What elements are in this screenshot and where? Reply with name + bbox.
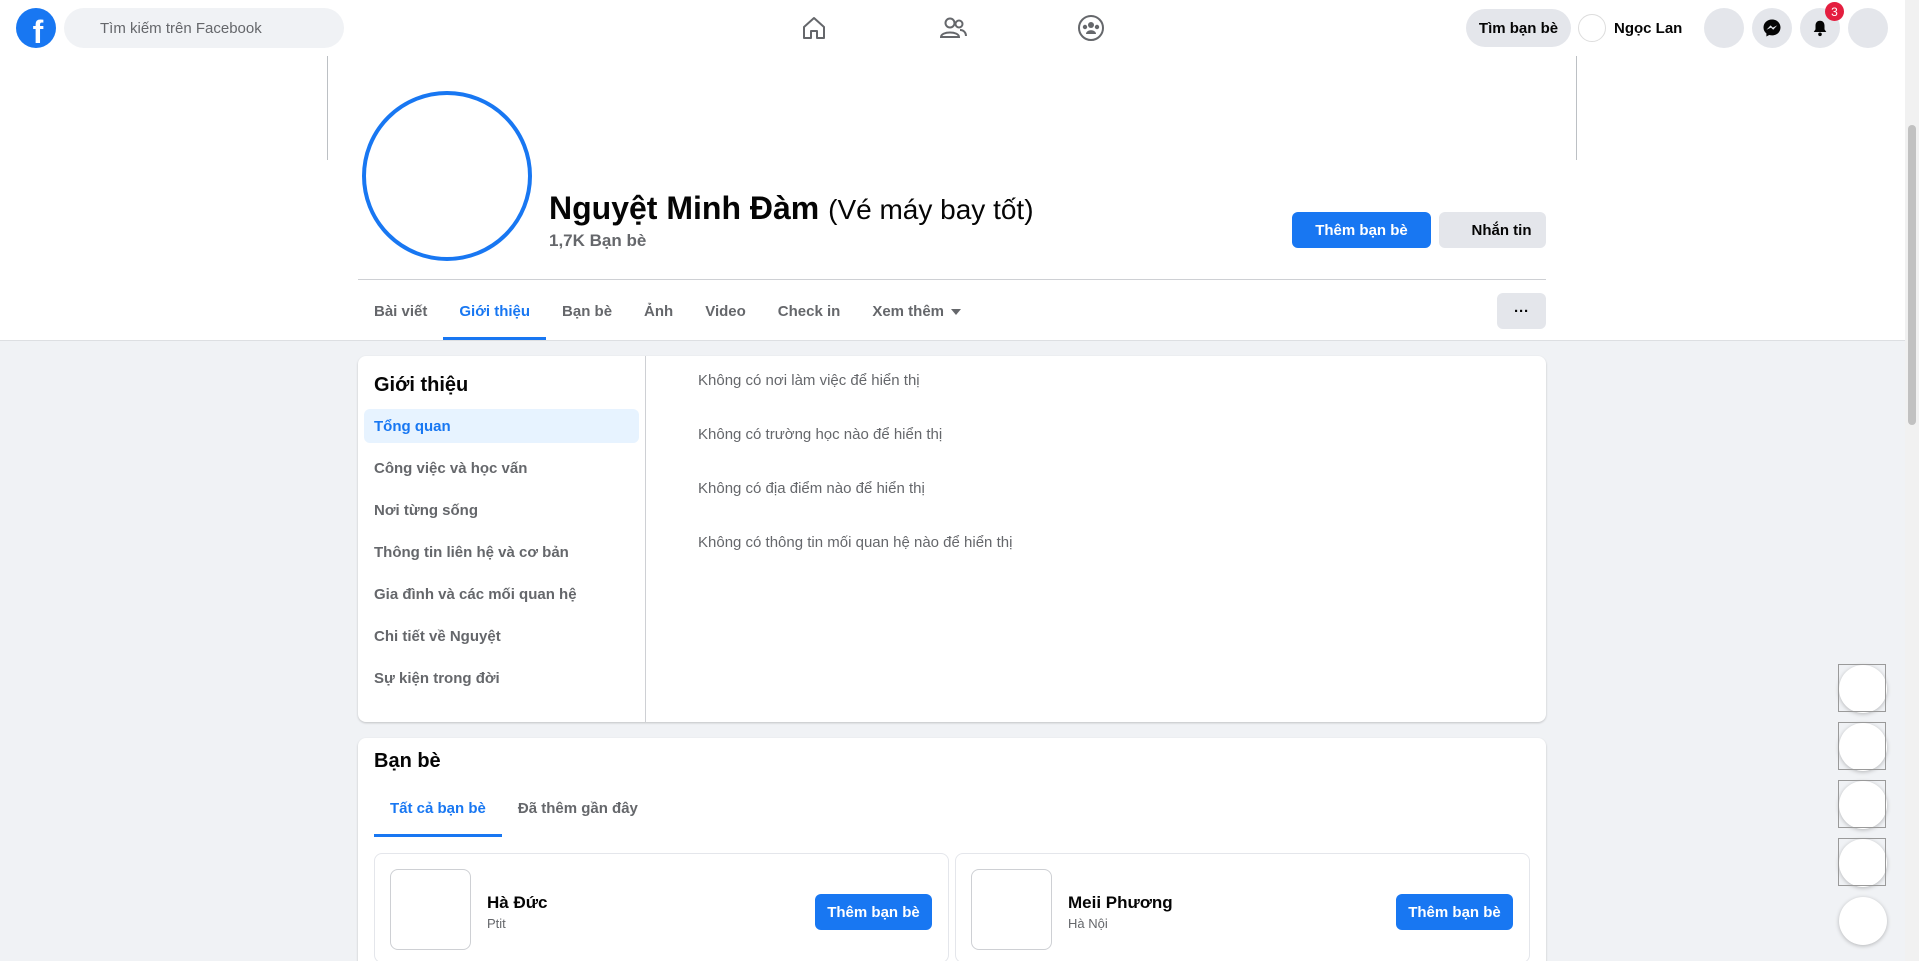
more-options-button[interactable]: ···: [1497, 293, 1546, 329]
tab-more[interactable]: Xem thêm: [856, 283, 977, 340]
profile-name-text: Nguyệt Minh Đàm: [549, 190, 820, 226]
friend-name[interactable]: Hà Đức: [487, 893, 548, 913]
friends-tabs: Tất cả bạn bè Đã thêm gần đây: [374, 780, 654, 837]
no-relationship-text: Không có thông tin mối quan hệ nào để hi…: [698, 534, 1013, 551]
message-button[interactable]: Nhắn tin: [1439, 212, 1546, 248]
divider: [358, 279, 1546, 280]
about-card: Giới thiệu Tổng quan Công việc và học vấ…: [358, 356, 1546, 722]
contact-bubble[interactable]: [1838, 664, 1887, 713]
no-school-text: Không có trường học nào để hiển thị: [698, 426, 943, 443]
friends-title: Bạn bè: [374, 750, 441, 772]
friend-subtitle: Hà Nội: [1068, 916, 1108, 931]
tab-friends[interactable]: Bạn bè: [546, 283, 628, 340]
about-item-places-lived[interactable]: Nơi từng sống: [364, 493, 639, 527]
about-item-family-relationships[interactable]: Gia đình và các mối quan hệ: [364, 577, 639, 611]
friend-card: Hà Đức Ptit Thêm bạn bè: [374, 853, 949, 961]
avatar: [1578, 14, 1606, 42]
user-name: Ngọc Lan: [1614, 19, 1683, 37]
about-title: Giới thiệu: [374, 374, 469, 396]
add-friend-button[interactable]: Thêm bạn bè: [815, 894, 932, 930]
about-item-contact-info[interactable]: Thông tin liên hệ và cơ bản: [364, 535, 639, 569]
broken-image-icon: [1838, 664, 1886, 712]
friends-card: Bạn bè Tất cả bạn bè Đã thêm gần đây Hà …: [358, 738, 1546, 961]
notifications-icon[interactable]: 3: [1800, 2, 1844, 48]
broken-image-icon: [1838, 722, 1886, 770]
contact-bubble[interactable]: [1838, 780, 1887, 829]
top-navigation-bar: f Tìm bạn bè Ngọc Lan 3: [0, 0, 1905, 56]
contact-bubble[interactable]: [1838, 838, 1887, 887]
cover-photo-edge: [1576, 56, 1577, 160]
scrollbar[interactable]: [1905, 0, 1919, 961]
find-friends-button[interactable]: Tìm bạn bè: [1466, 9, 1571, 47]
about-content: Không có nơi làm việc để hiển thị Không …: [698, 372, 1012, 588]
about-item-overview[interactable]: Tổng quan: [364, 409, 639, 443]
tab-recently-added[interactable]: Đã thêm gần đây: [502, 780, 654, 837]
tab-checkins[interactable]: Check in: [762, 283, 857, 340]
about-item-life-events[interactable]: Sự kiện trong đời: [364, 661, 639, 695]
friend-photo[interactable]: [390, 869, 471, 950]
friend-subtitle: Ptit: [487, 916, 506, 931]
new-message-button[interactable]: [1839, 897, 1887, 945]
add-friend-button[interactable]: Thêm bạn bè: [1396, 894, 1513, 930]
cover-photo-edge: [327, 56, 328, 160]
facebook-logo[interactable]: f: [16, 8, 56, 50]
caret-down-icon: [951, 308, 962, 315]
search-box[interactable]: [64, 8, 344, 48]
broken-image-icon: [1838, 780, 1886, 828]
tab-posts[interactable]: Bài viết: [358, 283, 443, 340]
tab-all-friends[interactable]: Tất cả bạn bè: [374, 780, 502, 837]
contact-bubble[interactable]: [1838, 722, 1887, 771]
broken-image-icon: [1838, 838, 1886, 886]
no-place-text: Không có địa điểm nào để hiển thị: [698, 480, 925, 497]
no-workplace-text: Không có nơi làm việc để hiển thị: [698, 372, 920, 389]
friend-name[interactable]: Meii Phương: [1068, 893, 1173, 913]
scrollbar-thumb[interactable]: [1908, 125, 1916, 425]
tab-about[interactable]: Giới thiệu: [443, 283, 546, 340]
search-input[interactable]: [100, 19, 330, 37]
menu-button[interactable]: [1704, 8, 1744, 48]
messenger-icon[interactable]: [1752, 8, 1792, 48]
friend-card: Meii Phương Hà Nội Thêm bạn bè: [955, 853, 1530, 961]
about-sidebar: Giới thiệu Tổng quan Công việc và học vấ…: [358, 356, 646, 722]
friends-icon[interactable]: [897, 8, 1009, 48]
profile-alt-name: (Vé máy bay tốt): [828, 194, 1034, 225]
about-item-details[interactable]: Chi tiết về Nguyệt: [364, 619, 639, 653]
profile-name: Nguyệt Minh Đàm (Vé máy bay tốt): [549, 190, 1034, 227]
profile-picture[interactable]: [362, 91, 532, 261]
friend-count[interactable]: 1,7K Bạn bè: [549, 231, 646, 251]
tab-photos[interactable]: Ảnh: [628, 283, 689, 340]
friend-photo[interactable]: [971, 869, 1052, 950]
profile-tabs: Bài viết Giới thiệu Bạn bè Ảnh Video Che…: [358, 283, 977, 340]
user-profile-chip[interactable]: Ngọc Lan: [1578, 9, 1682, 47]
notification-badge: 3: [1825, 2, 1844, 21]
account-button[interactable]: [1848, 8, 1888, 48]
about-item-work-education[interactable]: Công việc và học vấn: [364, 451, 639, 485]
tab-videos[interactable]: Video: [689, 283, 762, 340]
home-icon[interactable]: [758, 8, 870, 48]
groups-icon[interactable]: [1035, 8, 1147, 48]
add-friend-button[interactable]: Thêm bạn bè: [1292, 212, 1431, 248]
